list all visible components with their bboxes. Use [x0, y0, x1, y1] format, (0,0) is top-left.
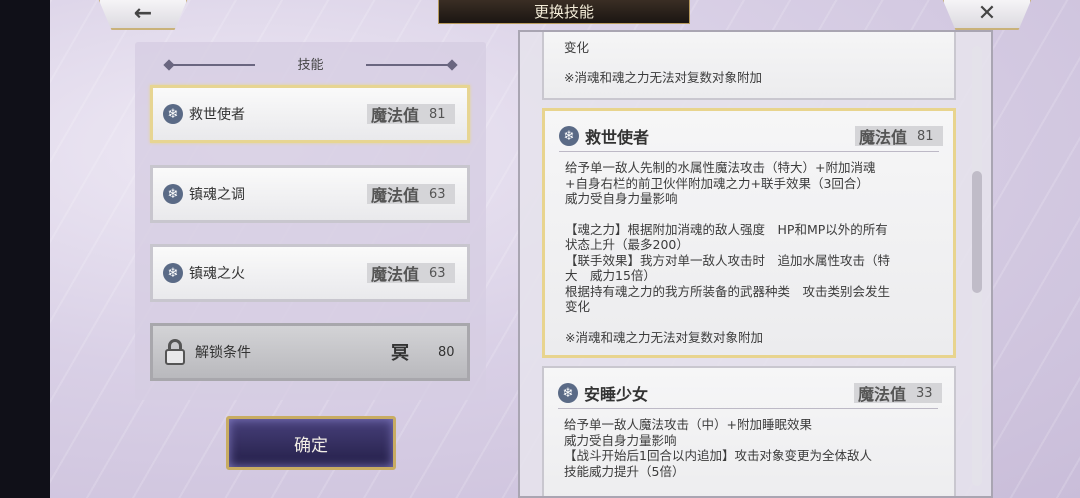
mp-label: 魔法值	[371, 106, 420, 125]
scrollbar-thumb[interactable]	[972, 171, 982, 293]
page-title: 更换技能	[438, 0, 690, 24]
skill-name: 镇魂之调	[189, 187, 245, 203]
skill-name: 救世使者	[189, 107, 245, 123]
locked-skill-item[interactable]: 解锁条件 冥 80	[150, 323, 470, 381]
skill-item[interactable]: ❄ 镇魂之火 魔法值 63	[150, 244, 470, 302]
mp-cost: 魔法值 63	[367, 184, 455, 205]
mp-value: 33	[916, 385, 933, 401]
skill-list-panel: 技能 ❄ 救世使者 魔法值 81 ❄ 镇魂之调 魔法值 63 ❄ 镇魂之火 魔法…	[135, 42, 486, 400]
skill-detail-panel[interactable]: 变化 ※消魂和魂之力无法对复数对象附加 ❄ 救世使者 魔法值 81 给予单一敌人…	[518, 30, 993, 498]
detail-text: 给予单一敌人魔法攻击（中）+附加睡眠效果 威力受自身力量影响 【战斗开始后1回合…	[564, 417, 872, 479]
mp-value: 81	[917, 128, 934, 144]
detail-header: ❄ 救世使者 魔法值 81	[559, 125, 943, 147]
arrow-left-icon: ←	[133, 0, 153, 26]
detail-body: 给予单一敌人先制的水属性魔法攻击（特大）+附加消魂 +自身右栏的前卫伙伴附加魂之…	[565, 160, 945, 345]
snowflake-icon: ❄	[163, 263, 183, 283]
skill-detail-card-next: ❄ 安睡少女 魔法值 33 给予单一敌人魔法攻击（中）+附加睡眠效果 威力受自身…	[542, 366, 956, 496]
mp-cost: 魔法值 81	[367, 104, 455, 125]
snowflake-icon: ❄	[163, 184, 183, 204]
mp-value: 63	[429, 186, 446, 202]
snowflake-icon: ❄	[559, 126, 579, 146]
detail-text: 【魂之力】根据附加消魂的敌人强度 HP和MP以外的所有 状态上升（最多200） …	[565, 221, 891, 315]
unlock-glyph: 冥	[391, 343, 409, 364]
back-button[interactable]: ←	[98, 0, 188, 30]
mp-label: 魔法值	[371, 265, 420, 284]
mp-cost: 魔法值 63	[367, 263, 455, 284]
close-icon: ✕	[977, 0, 997, 26]
confirm-button[interactable]: 确定	[226, 416, 396, 470]
mp-label: 魔法值	[859, 128, 908, 147]
skill-name: 镇魂之火	[189, 266, 245, 282]
detail-note: ※消魂和魂之力无法对复数对象附加	[564, 69, 762, 85]
mp-cost: 魔法值 33	[854, 383, 942, 404]
detail-title: 安睡少女	[584, 385, 649, 404]
skill-item[interactable]: ❄ 镇魂之调 魔法值 63	[150, 165, 470, 223]
lock-icon	[163, 339, 187, 365]
mp-cost: 魔法值 81	[855, 126, 943, 147]
snowflake-icon: ❄	[163, 104, 183, 124]
divider	[559, 151, 939, 152]
skill-detail-card-selected: ❄ 救世使者 魔法值 81 给予单一敌人先制的水属性魔法攻击（特大）+附加消魂 …	[542, 108, 956, 358]
close-button[interactable]: ✕	[942, 0, 1032, 30]
skill-item-selected[interactable]: ❄ 救世使者 魔法值 81	[150, 85, 470, 143]
mp-value: 63	[429, 265, 446, 281]
mp-label: 魔法值	[858, 385, 907, 404]
mp-value: 81	[429, 106, 446, 122]
detail-text: 给予单一敌人先制的水属性魔法攻击（特大）+附加消魂 +自身右栏的前卫伙伴附加魂之…	[565, 160, 876, 206]
scrollbar[interactable]	[972, 46, 982, 486]
header-ornament	[366, 64, 456, 66]
mp-label: 魔法值	[371, 186, 420, 205]
snowflake-icon: ❄	[558, 383, 578, 403]
detail-text: 变化	[564, 40, 590, 55]
skill-detail-card-previous: 变化 ※消魂和魂之力无法对复数对象附加	[542, 32, 956, 100]
unlock-value: 80	[438, 344, 455, 360]
detail-header: ❄ 安睡少女 魔法值 33	[558, 382, 942, 404]
divider	[558, 408, 938, 409]
unlock-condition-label: 解锁条件	[195, 345, 251, 361]
detail-body: 给予单一敌人魔法攻击（中）+附加睡眠效果 威力受自身力量影响 【战斗开始后1回合…	[564, 417, 944, 479]
screen-edge	[0, 0, 50, 498]
detail-title: 救世使者	[585, 128, 650, 147]
detail-note: ※消魂和魂之力无法对复数对象附加	[565, 329, 763, 345]
